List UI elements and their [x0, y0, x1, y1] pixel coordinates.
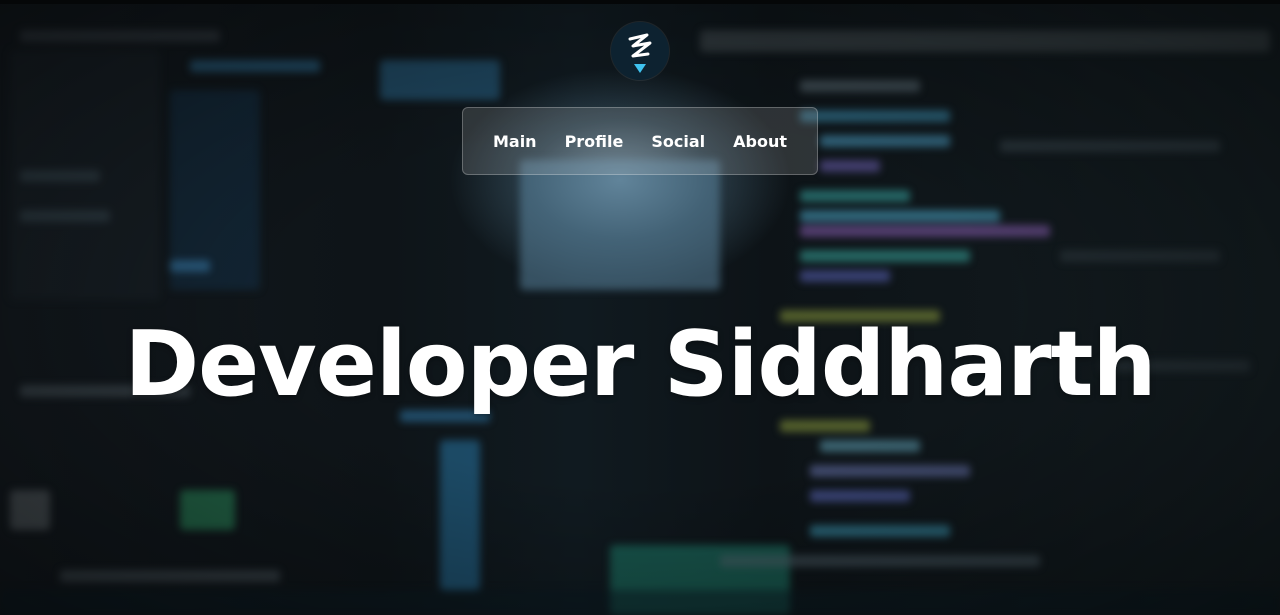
main-nav: Main Profile Social About — [462, 107, 818, 175]
nav-link-about[interactable]: About — [733, 132, 787, 151]
site-logo[interactable] — [611, 22, 669, 80]
top-edge — [0, 0, 1280, 4]
stylized-s-logo-icon — [628, 33, 652, 73]
hero-section: Main Profile Social About Developer Sidd… — [0, 0, 1280, 615]
nav-link-social[interactable]: Social — [651, 132, 705, 151]
hero-title: Developer Siddharth — [124, 312, 1156, 417]
nav-link-main[interactable]: Main — [493, 132, 537, 151]
nav-link-profile[interactable]: Profile — [565, 132, 624, 151]
hero-vignette — [0, 0, 1280, 615]
